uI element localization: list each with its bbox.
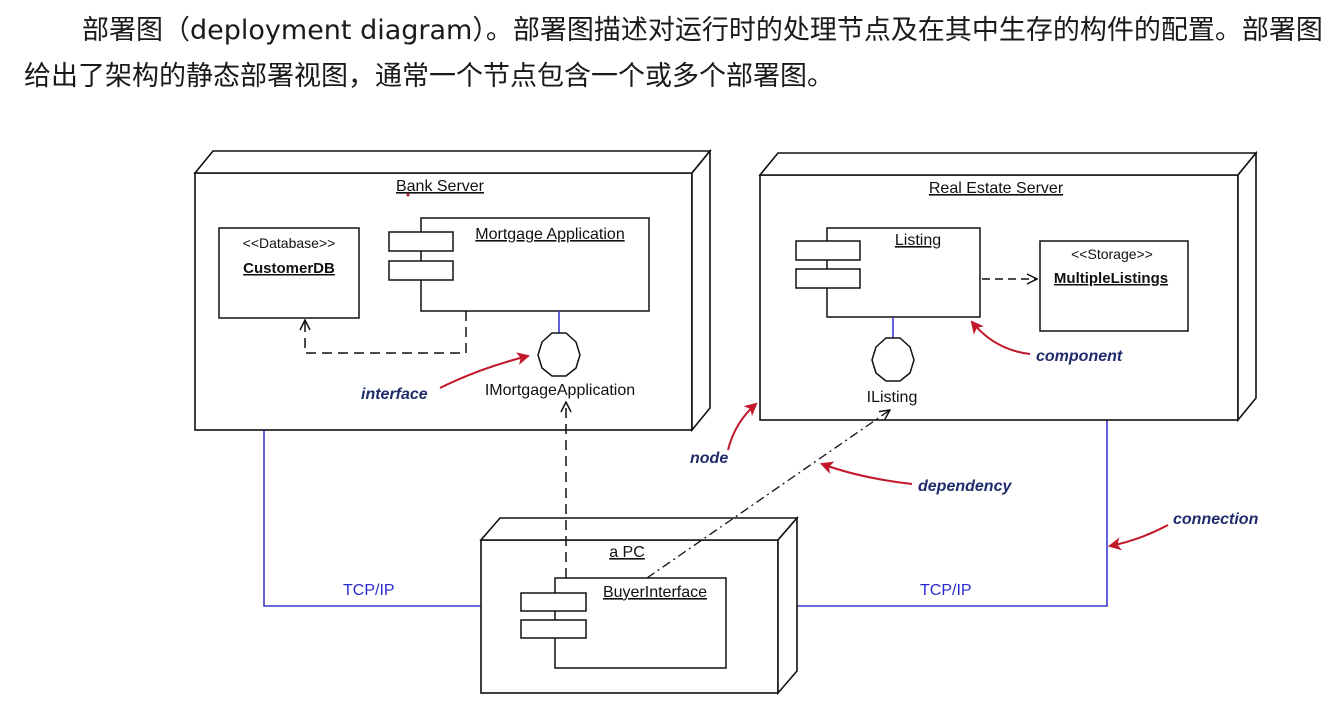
connection-line-right: [797, 420, 1108, 607]
ilisting-interface-icon: [871, 337, 915, 382]
connection-label-right: TCP/IP: [920, 582, 972, 599]
connection-label-left: TCP/IP: [343, 582, 395, 599]
node-title-pc: a PC: [609, 544, 645, 561]
customer-db-name: CustomerDB: [243, 260, 335, 277]
multiple-listings-name: MultipleListings: [1054, 270, 1168, 287]
annotation-interface: interface: [361, 386, 428, 403]
buyer-interface-name: BuyerInterface: [603, 584, 707, 601]
annotation-arrow-node: [727, 402, 758, 451]
customer-db-stereotype: <<Database>>: [243, 235, 336, 251]
annotation-component: component: [1036, 348, 1123, 365]
ilisting-interface-label: IListing: [867, 389, 918, 406]
node-title-real-estate-server: Real Estate Server: [929, 180, 1064, 197]
component-multiple-listings: <<Storage>> MultipleListings: [1039, 240, 1189, 332]
annotation-dependency: dependency: [918, 478, 1012, 495]
connection-line-left: [263, 430, 481, 607]
component-customer-db: <<Database>> CustomerDB: [218, 227, 360, 319]
node-title-bank-server: Bank Server: [396, 178, 485, 195]
annotation-arrow-connection: [1107, 524, 1169, 551]
imortgage-interface-icon: [537, 332, 581, 377]
multiple-listings-stereotype: <<Storage>>: [1071, 246, 1153, 262]
listing-name: Listing: [895, 232, 941, 249]
annotation-arrow-dependency: [819, 461, 913, 485]
imortgage-interface-label: IMortgageApplication: [485, 382, 635, 399]
annotation-node: node: [690, 450, 728, 467]
deployment-diagram: TCP/IP TCP/IP Bank Server <<Database>> C…: [193, 148, 1259, 696]
mortgage-application-name: Mortgage Application: [475, 226, 624, 243]
annotation-connection: connection: [1173, 511, 1259, 528]
component-mortgage-application: Mortgage Application: [388, 217, 650, 312]
